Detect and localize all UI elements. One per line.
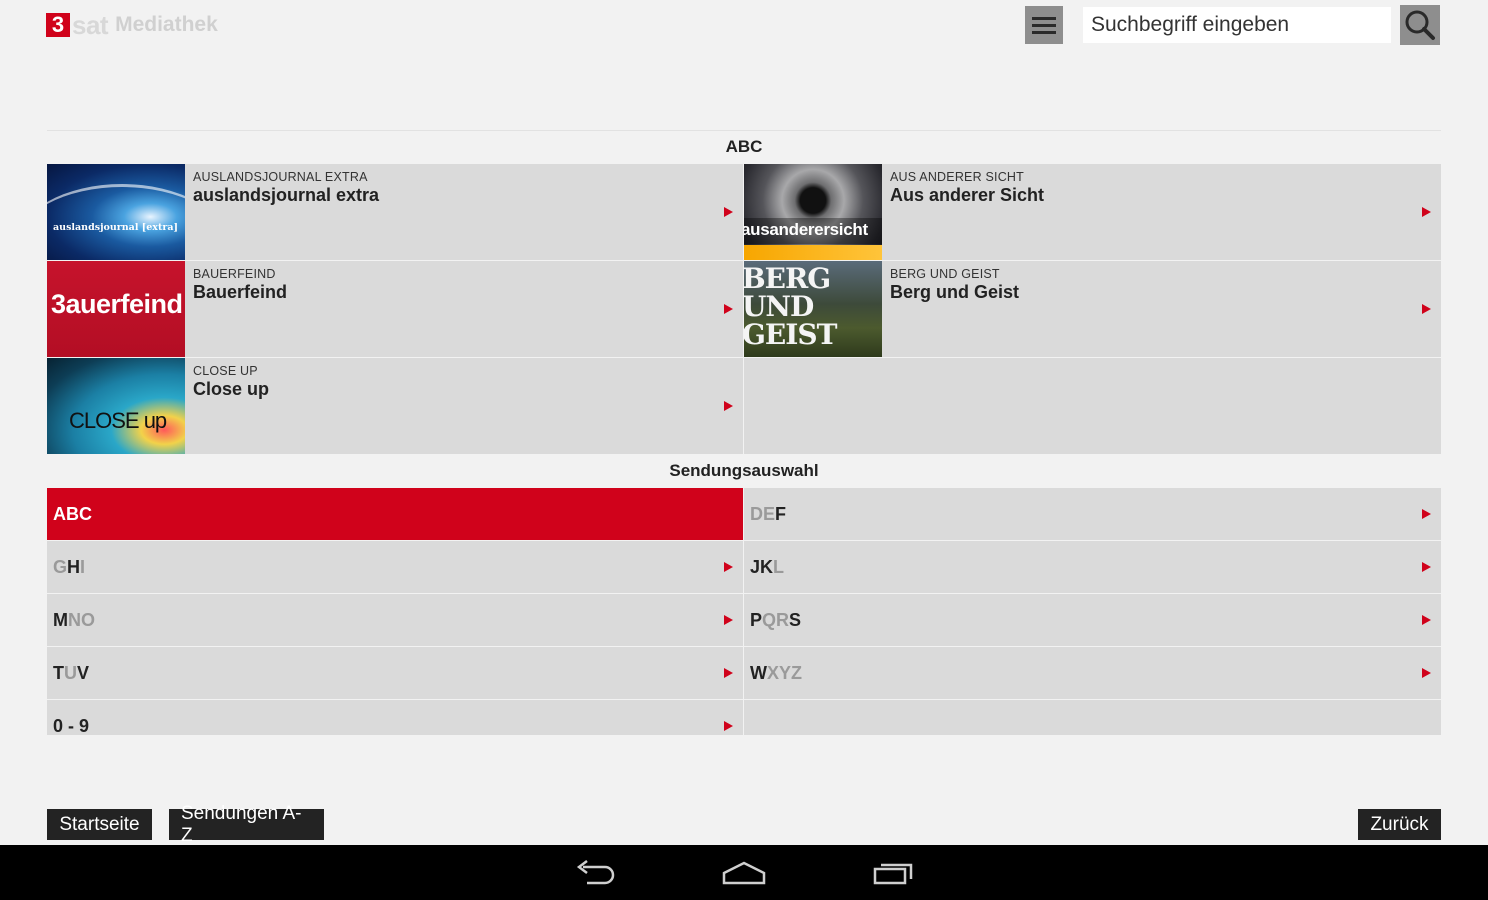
play-arrow-icon — [724, 668, 733, 678]
alpha-item-def[interactable]: DE F — [744, 488, 1441, 540]
program-tile-auslandsjournal[interactable]: auslandsjournal [extra] AUSLANDSJOURNAL … — [47, 164, 743, 260]
play-arrow-icon — [1422, 509, 1431, 519]
program-title: auslandsjournal extra — [193, 185, 380, 205]
alpha-item-pqrs[interactable]: P QR S — [744, 594, 1441, 646]
alpha-item-empty — [744, 700, 1441, 735]
logo-mark: 3 — [46, 13, 70, 37]
program-tile-berg-und-geist[interactable]: BERG UND GEIST BERG UND GEIST Berg und G… — [744, 261, 1441, 357]
search-input[interactable] — [1083, 7, 1391, 43]
play-arrow-icon — [1422, 615, 1431, 625]
play-arrow-icon — [724, 304, 733, 314]
program-tile-aus-anderer-sicht[interactable]: ausanderersicht AUS ANDERER SICHT Aus an… — [744, 164, 1441, 260]
program-subtitle: AUSLANDSJOURNAL EXTRA — [193, 170, 368, 184]
home-button[interactable]: Startseite — [47, 809, 152, 840]
app-logo[interactable]: 3 sat Mediathek — [46, 9, 218, 40]
alpha-item-ghi[interactable]: GHI — [47, 541, 743, 593]
program-thumbnail: BERG UND GEIST — [744, 261, 882, 357]
program-thumbnail: 3auerfeind — [47, 261, 185, 357]
program-thumbnail: auslandsjournal [extra] — [47, 164, 185, 260]
program-subtitle: BAUERFEIND — [193, 267, 276, 281]
program-tile-empty — [744, 358, 1441, 454]
alpha-item-jkl[interactable]: JK L — [744, 541, 1441, 593]
shows-az-button[interactable]: Sendungen A-Z — [169, 803, 324, 846]
program-thumbnail: ausanderersicht — [744, 164, 882, 260]
alpha-item-mno[interactable]: M NO — [47, 594, 743, 646]
magnifier-icon — [1405, 10, 1435, 40]
thumbnail-text: BERG UND GEIST — [744, 262, 837, 351]
alpha-item-0-9[interactable]: 0 - 9 — [47, 700, 743, 735]
logo-mediathek: Mediathek — [115, 13, 218, 36]
play-arrow-icon — [1422, 668, 1431, 678]
thumbnail-text: 3auerfeind — [51, 289, 183, 319]
program-tile-close-up[interactable]: CLOSE up CLOSE UP Close up — [47, 358, 743, 454]
program-grid: auslandsjournal [extra] AUSLANDSJOURNAL … — [47, 164, 1441, 454]
program-tile-bauerfeind[interactable]: 3auerfeind BAUERFEIND Bauerfeind — [47, 261, 743, 357]
alpha-item-abc[interactable]: ABC — [47, 488, 743, 540]
alpha-list[interactable]: ABC DEF GHI JKL MNO PQRS TUV WXYZ — [47, 488, 1441, 735]
play-arrow-icon — [724, 207, 733, 217]
recents-icon[interactable] — [873, 859, 915, 887]
play-arrow-icon — [1422, 304, 1431, 314]
play-arrow-icon — [1422, 562, 1431, 572]
program-title: Bauerfeind — [193, 282, 288, 302]
hamburger-menu-icon[interactable] — [1025, 6, 1063, 44]
section-title-abc: ABC — [725, 137, 763, 156]
program-subtitle: BERG UND GEIST — [890, 267, 1000, 281]
alpha-item-tuv[interactable]: TUV — [47, 647, 743, 699]
play-arrow-icon — [724, 615, 733, 625]
program-subtitle: CLOSE UP — [193, 364, 258, 378]
program-title: Berg und Geist — [890, 282, 1020, 302]
play-arrow-icon — [724, 721, 733, 731]
thumbnail-text: CLOSE up — [69, 408, 167, 433]
back-icon[interactable] — [575, 859, 617, 887]
system-navbar — [0, 845, 1488, 900]
search-button[interactable] — [1400, 5, 1440, 45]
program-title: Close up — [193, 379, 270, 399]
play-arrow-icon — [724, 562, 733, 572]
alpha-label: ABC — [53, 503, 92, 524]
home-icon[interactable] — [722, 859, 766, 887]
program-thumbnail: CLOSE up — [47, 358, 185, 454]
header-divider — [47, 130, 1441, 131]
program-subtitle: AUS ANDERER SICHT — [890, 170, 1024, 184]
play-arrow-icon — [724, 401, 733, 411]
alpha-label: 0 - 9 — [53, 715, 90, 736]
section-title-sendungsauswahl: Sendungsauswahl — [669, 461, 819, 480]
program-title: Aus anderer Sicht — [890, 185, 1045, 205]
back-button[interactable]: Zurück — [1358, 809, 1441, 840]
play-arrow-icon — [1422, 207, 1431, 217]
alpha-item-wxyz[interactable]: W XYZ — [744, 647, 1441, 699]
thumbnail-text: auslandsjournal [extra] — [53, 222, 178, 233]
logo-sat: sat — [72, 9, 109, 40]
thumbnail-text: ausanderersicht — [744, 220, 868, 239]
